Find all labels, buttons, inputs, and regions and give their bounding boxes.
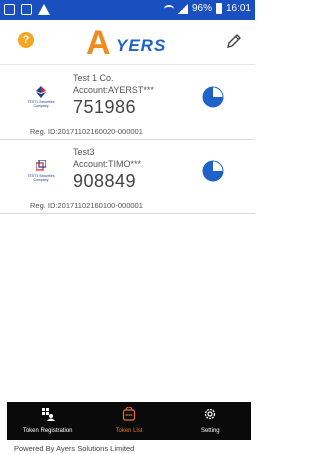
token-card[interactable]: TEST3 Securities Company Test3 Account:T… bbox=[0, 140, 255, 214]
battery-icon bbox=[215, 3, 222, 14]
account-label: Account:AYERST*** bbox=[73, 85, 154, 95]
company-name: Test 1 Co. bbox=[73, 73, 114, 83]
nav-token-list-label: Token List bbox=[115, 428, 143, 434]
countdown-timer-icon bbox=[202, 160, 224, 182]
add-user-icon bbox=[41, 408, 55, 421]
company-logo: TEST3 Securities Company bbox=[24, 160, 58, 190]
app-header: ? A YERS bbox=[0, 20, 255, 65]
clock: 16:01 bbox=[225, 3, 251, 14]
company-logo-caption: TEST1 Securities Company bbox=[27, 100, 55, 108]
notification-icon bbox=[4, 4, 15, 15]
wifi-icon bbox=[163, 4, 174, 13]
registration-id: Reg. ID:20171102160020-000001 bbox=[30, 127, 143, 136]
logo-mark: A bbox=[86, 24, 111, 62]
signal-icon bbox=[177, 3, 188, 14]
bottom-navigation: Token Registration Token List Setting bbox=[7, 402, 251, 440]
token-list-icon bbox=[122, 407, 136, 421]
company-logo-icon bbox=[36, 86, 46, 98]
image-notification-icon bbox=[21, 4, 32, 15]
nav-token-list[interactable]: Token List bbox=[88, 402, 169, 440]
company-logo-icon bbox=[36, 160, 46, 171]
battery-percent: 96% bbox=[191, 3, 212, 14]
logo-text: YERS bbox=[116, 36, 167, 55]
company-logo-caption: TEST3 Securities Company bbox=[27, 174, 55, 182]
token-code[interactable]: 751986 bbox=[73, 97, 136, 118]
account-label: Account:TIMO*** bbox=[73, 159, 142, 169]
warning-icon bbox=[38, 4, 50, 15]
ayers-logo: A YERS bbox=[86, 24, 186, 62]
token-code[interactable]: 908849 bbox=[73, 171, 136, 192]
company-logo: TEST1 Securities Company bbox=[24, 86, 58, 116]
registration-id: Reg. ID:20171102160100-000001 bbox=[30, 201, 143, 210]
nav-token-registration-label: Token Registration bbox=[22, 428, 73, 434]
nav-token-registration[interactable]: Token Registration bbox=[7, 402, 88, 440]
gear-icon bbox=[205, 408, 216, 420]
nav-setting[interactable]: Setting bbox=[170, 402, 251, 440]
help-button[interactable]: ? bbox=[18, 32, 34, 48]
footer-credit: Powered By Ayers Solutions Limited bbox=[14, 444, 135, 453]
edit-icon[interactable] bbox=[225, 32, 243, 50]
token-card[interactable]: TEST1 Securities Company Test 1 Co. Acco… bbox=[0, 66, 255, 140]
status-bar: 96% 16:01 bbox=[0, 0, 255, 20]
nav-setting-label: Setting bbox=[200, 428, 220, 434]
token-list: TEST1 Securities Company Test 1 Co. Acco… bbox=[0, 66, 255, 214]
countdown-timer-icon bbox=[202, 86, 224, 108]
company-name: Test3 bbox=[73, 147, 95, 157]
